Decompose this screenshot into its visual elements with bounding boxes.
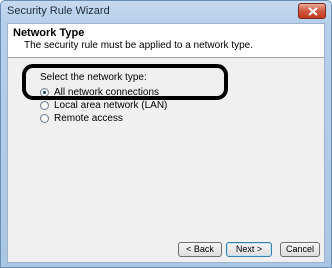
close-icon	[308, 7, 318, 16]
radio-label: Remote access	[54, 112, 123, 124]
cancel-button[interactable]: Cancel	[280, 242, 320, 257]
radio-local-area-network[interactable]: Local area network (LAN)	[40, 98, 167, 112]
radio-button[interactable]	[40, 100, 49, 110]
radio-label: Local area network (LAN)	[54, 99, 168, 111]
next-button[interactable]: Next >	[226, 242, 272, 257]
page-title: Network Type	[13, 27, 85, 39]
network-type-prompt: Select the network type:	[40, 72, 147, 83]
wizard-content: Network Type The security rule must be a…	[7, 23, 325, 263]
wizard-window: Security Rule Wizard Network Type The se…	[0, 0, 332, 268]
title-bar: Security Rule Wizard	[1, 1, 331, 23]
radio-button-selected[interactable]	[40, 87, 49, 97]
radio-button[interactable]	[40, 113, 49, 123]
back-button[interactable]: < Back	[178, 242, 222, 257]
wizard-header: Network Type The security rule must be a…	[8, 24, 324, 58]
page-description: The security rule must be applied to a n…	[24, 40, 254, 51]
window-title: Security Rule Wizard	[7, 5, 110, 17]
close-button[interactable]	[298, 3, 326, 19]
radio-all-network-connections[interactable]: All network connections	[40, 85, 159, 99]
radio-label: All network connections	[54, 86, 160, 98]
radio-remote-access[interactable]: Remote access	[40, 111, 123, 125]
